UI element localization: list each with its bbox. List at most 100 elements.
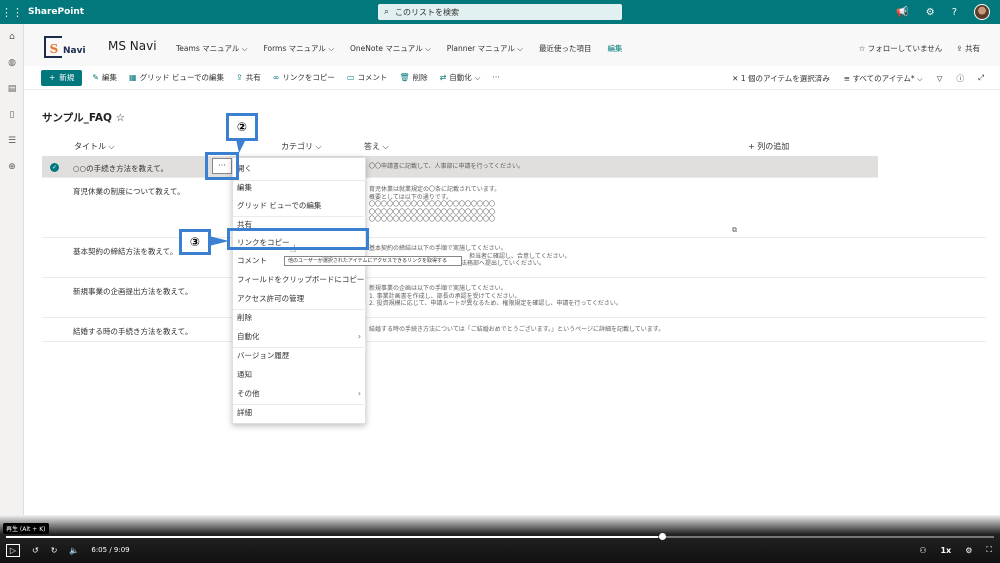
progress-fill <box>6 536 659 538</box>
menu-item-version-history[interactable]: バージョン履歴 <box>233 347 367 365</box>
gear-icon[interactable]: ⚙ <box>926 7 935 18</box>
rewind-icon[interactable]: ↺ <box>32 546 39 555</box>
forward-icon[interactable]: ↻ <box>51 546 58 555</box>
site-share-button[interactable]: ⇪ 共有 <box>956 43 980 54</box>
menu-item-manage-access[interactable]: アクセス許可の管理 <box>233 290 367 308</box>
nav-item-planner[interactable]: Planner マニュアル ⌵ <box>447 43 523 54</box>
nav-item-onenote[interactable]: OneNote マニュアル ⌵ <box>350 43 431 54</box>
link-icon: ∞ <box>272 73 280 82</box>
star-icon: ☆ <box>858 44 866 53</box>
view-icon: ≡ <box>843 73 851 83</box>
chevron-right-icon: › <box>358 332 361 341</box>
list-icon[interactable]: ☰ <box>0 128 24 154</box>
table-row[interactable]: ✓ ○○の手続き方法を教えて。 ··· 〇〇申請書に記載して、人事部に申請を行っ… <box>42 156 878 178</box>
help-icon[interactable]: ? <box>952 7 957 18</box>
comment-icon: ▭ <box>346 73 355 82</box>
search-icon: ⌕ <box>384 7 390 17</box>
file-icon[interactable]: ▯ <box>0 102 24 128</box>
checkmark-icon[interactable]: ✓ <box>50 163 59 172</box>
row-title[interactable]: 結婚する時の手続き方法を教えて。 <box>73 326 192 337</box>
video-player-bar <box>0 515 1000 563</box>
row-title[interactable]: 育児休業の制度について教えて。 <box>73 186 185 197</box>
menu-item-details[interactable]: 詳細 <box>233 404 367 422</box>
grid-edit-command[interactable]: ▦ グリッド ビューでの編集 <box>129 72 224 83</box>
command-bar-right: ✕ 1 個のアイテムを選択済み ≡ すべてのアイテム* ⌵ ▽ ⓘ ⤢ <box>732 66 984 90</box>
annotation-highlight-more-button <box>205 152 239 180</box>
info-icon[interactable]: ⓘ <box>957 73 965 84</box>
list-title: サンプル_FAQ ☆ <box>42 112 126 124</box>
search-box[interactable]: ⌕ このリストを検索 <box>378 4 622 20</box>
close-icon: ✕ <box>732 73 739 83</box>
row-title[interactable]: ○○の手続き方法を教えて。 <box>73 163 168 174</box>
site-logo[interactable]: S Navi <box>44 36 94 58</box>
copy-link-command[interactable]: ∞ リンクをコピー <box>273 72 335 83</box>
new-button[interactable]: + 新規 <box>41 69 83 86</box>
column-header-category[interactable]: カテゴリ ⌵ <box>281 141 322 152</box>
share-command[interactable]: ⇪ 共有 <box>236 72 261 83</box>
people-icon[interactable]: ⚇ <box>919 546 926 555</box>
table-row[interactable]: 結婚する時の手続き方法を教えて。 結婚する時の手続き方法については「ご結婚おめで… <box>42 318 986 342</box>
settings-icon[interactable]: ⚙ <box>965 546 972 555</box>
megaphone-icon[interactable]: 📢 <box>896 7 908 18</box>
open-link-icon[interactable]: ⧉ <box>732 226 737 235</box>
follow-button[interactable]: ☆ フォローしていません <box>859 43 943 54</box>
column-header-title[interactable]: タイトル ⌵ <box>74 141 115 152</box>
delete-command[interactable]: 🗑 削除 <box>399 72 427 83</box>
table-row[interactable]: 新規事業の企画提出方法を教えて。 新規事業の企画は以下の手順で実施してください。… <box>42 278 986 318</box>
menu-item-edit[interactable]: 編集 <box>233 179 367 197</box>
progress-handle[interactable] <box>659 533 666 540</box>
add-circle-icon[interactable]: ⊕ <box>0 154 24 180</box>
comment-command[interactable]: ▭ コメント <box>347 72 388 83</box>
context-menu: 開く 編集 グリッド ビューでの編集 共有 リンクをコピー コメント フィールド… <box>232 157 367 424</box>
news-icon[interactable]: ▤ <box>0 76 24 102</box>
edit-command[interactable]: ✎ 編集 <box>92 72 117 83</box>
command-bar: + 新規 ✎ 編集 ▦ グリッド ビューでの編集 ⇪ 共有 ∞ リンクをコピー ▭ コメント… <box>24 66 1000 90</box>
progress-bar[interactable] <box>6 536 994 538</box>
nav-item-teams[interactable]: Teams マニュアル ⌵ <box>176 43 247 54</box>
nav-item-forms[interactable]: Forms マニュアル ⌵ <box>263 43 334 54</box>
menu-item-copy-field[interactable]: フィールドをクリップボードにコピー <box>233 271 367 289</box>
annotation-highlight-copy-link <box>227 228 369 250</box>
automate-command[interactable]: ⇄ 自動化 ⌵ <box>440 72 481 83</box>
row-title[interactable]: 基本契約の締結方法を教えて。 <box>73 246 177 257</box>
row-answer: 結婚する時の手続き方法については「ご結婚おめでとうございます。」というページに詳… <box>369 326 665 333</box>
volume-icon[interactable]: 🔈 <box>69 546 79 555</box>
menu-item-open[interactable]: 開く <box>233 160 367 178</box>
avatar[interactable] <box>974 4 990 20</box>
plus-icon: + <box>49 73 56 82</box>
share-icon: ⇪ <box>236 73 243 82</box>
column-header-answer[interactable]: 答え ⌵ <box>364 141 389 152</box>
suite-right-tools: 📢 ⚙ ? <box>896 0 990 24</box>
row-title[interactable]: 新規事業の企画提出方法を教えて。 <box>73 286 192 297</box>
play-icon[interactable]: ▷ <box>6 543 20 557</box>
nav-item-recent[interactable]: 最近使った項目 <box>539 43 592 54</box>
menu-item-alert[interactable]: 通知 <box>233 366 367 384</box>
search-placeholder: このリストを検索 <box>395 7 460 17</box>
more-commands[interactable]: ··· <box>492 73 499 82</box>
menu-item-grid-edit[interactable]: グリッド ビューでの編集 <box>233 197 367 215</box>
nav-item-edit[interactable]: 編集 <box>607 43 622 54</box>
selection-status[interactable]: ✕ 1 個のアイテムを選択済み <box>732 73 830 84</box>
add-column-button[interactable]: + 列の追加 <box>748 141 789 152</box>
fullscreen-icon[interactable]: ⛶ <box>986 545 992 555</box>
annotation-step-3: ③ <box>179 229 211 255</box>
trash-icon: 🗑 <box>399 73 410 82</box>
pencil-icon: ✎ <box>92 73 99 82</box>
globe-icon[interactable]: ◍ <box>0 50 24 76</box>
copy-link-tooltip: 他のユーザーが選択されたアイテムにアクセスできるリンクを取得する <box>284 256 462 266</box>
app-launcher-icon[interactable]: ⋮⋮ <box>0 0 24 24</box>
speed-button[interactable]: 1x <box>940 546 951 555</box>
site-name[interactable]: MS Navi <box>108 39 157 53</box>
home-icon[interactable]: ⌂ <box>0 24 24 50</box>
left-rail: ⌂ ◍ ▤ ▯ ☰ ⊕ <box>0 24 24 515</box>
favorite-star-icon[interactable]: ☆ <box>116 112 125 124</box>
app-name[interactable]: SharePoint <box>28 7 84 17</box>
menu-item-automate[interactable]: 自動化 › <box>233 328 367 346</box>
view-switcher[interactable]: ≡ すべてのアイテム* ⌵ <box>844 73 923 84</box>
chevron-right-icon: › <box>358 389 361 398</box>
menu-item-delete[interactable]: 削除 <box>233 309 367 327</box>
menu-item-more[interactable]: その他 › <box>233 385 367 403</box>
expand-icon[interactable]: ⤢ <box>978 73 984 83</box>
site-actions: ☆ フォローしていません ⇪ 共有 <box>859 43 980 54</box>
filter-icon[interactable]: ▽ <box>937 74 943 83</box>
